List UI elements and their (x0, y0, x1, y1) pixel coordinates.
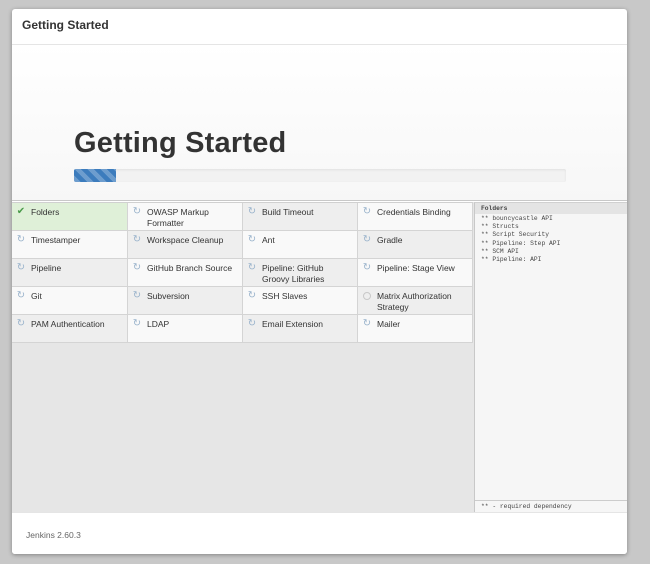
refresh-icon: ↻ (16, 234, 26, 245)
log-line: ** Pipeline: API (481, 256, 542, 264)
plugin-item: ↻ Ant (243, 231, 358, 259)
dialog-title: Getting Started (22, 18, 109, 32)
plugin-label: LDAP (147, 319, 170, 329)
refresh-icon: ↻ (247, 234, 257, 245)
dialog-footer: Jenkins 2.60.3 (12, 512, 627, 554)
plugin-item: ↻ Gradle (358, 231, 473, 259)
plugin-item: ↻ Pipeline (12, 259, 128, 287)
refresh-icon: ↻ (132, 318, 142, 329)
refresh-icon: ↻ (247, 262, 257, 273)
refresh-icon: ↻ (247, 206, 257, 217)
plugin-item: ↻ Pipeline: Stage View (358, 259, 473, 287)
refresh-icon: ↻ (362, 262, 372, 273)
plugin-item: ↻ Subversion (128, 287, 243, 315)
page-title: Getting Started (74, 127, 287, 159)
refresh-icon: ↻ (362, 234, 372, 245)
install-area: ✔ Folders ↻ OWASP Markup Formatter ↻ Build Ti… (12, 202, 627, 512)
plugin-item: Matrix Authorization Strategy (358, 287, 473, 315)
plugin-item: ↻ Timestamper (12, 231, 128, 259)
log-line: ** Pipeline: Step API (481, 239, 561, 247)
log-current-plugin: Folders (475, 203, 627, 214)
plugin-label: Pipeline (31, 263, 62, 273)
hero-banner: Getting Started (12, 45, 627, 201)
log-line: ** Structs (481, 223, 519, 231)
refresh-icon: ↻ (247, 318, 257, 329)
plugin-label: Workspace Cleanup (147, 235, 224, 245)
dialog-header: Getting Started (12, 9, 627, 45)
plugin-item: ↻ Build Timeout (243, 203, 358, 231)
plugin-label: Subversion (147, 291, 190, 301)
log-lines: ** bouncycastle API ** Structs ** Script S… (475, 214, 627, 265)
plugin-label: Pipeline: GitHub Groovy Libraries (262, 263, 325, 284)
plugin-item: ↻ Email Extension (243, 315, 358, 343)
install-log-panel: Folders ** bouncycastle API ** Structs ** … (474, 202, 627, 512)
plugin-item: ↻ SSH Slaves (243, 287, 358, 315)
plugin-item: ↻ LDAP (128, 315, 243, 343)
plugin-item: ↻ Git (12, 287, 128, 315)
setup-wizard-dialog: Getting Started Getting Started ✔ Folders… (12, 9, 627, 554)
plugin-label: Credentials Binding (377, 207, 451, 217)
plugin-label: Gradle (377, 235, 403, 245)
refresh-icon: ↻ (132, 290, 142, 301)
plugin-item: ↻ Credentials Binding (358, 203, 473, 231)
log-line: ** bouncycastle API (481, 215, 553, 222)
refresh-icon: ↻ (247, 290, 257, 301)
plugin-item: ↻ Workspace Cleanup (128, 231, 243, 259)
plugin-item: ↻ GitHub Branch Source (128, 259, 243, 287)
pending-circle-icon (363, 292, 371, 300)
refresh-icon: ↻ (362, 206, 372, 217)
refresh-icon: ↻ (362, 318, 372, 329)
plugin-label: Email Extension (262, 319, 323, 329)
plugin-item: ↻ PAM Authentication (12, 315, 128, 343)
log-line: ** SCM API (481, 247, 519, 255)
plugin-item: ↻ Mailer (358, 315, 473, 343)
plugin-label: Git (31, 291, 42, 301)
plugin-label: SSH Slaves (262, 291, 308, 301)
check-icon: ✔ (16, 206, 26, 217)
plugin-list: ✔ Folders ↻ OWASP Markup Formatter ↻ Build Ti… (12, 202, 473, 343)
plugin-label: OWASP Markup Formatter (147, 207, 209, 228)
plugin-label: Mailer (377, 319, 401, 329)
log-legend: ** - required dependency (475, 500, 627, 512)
refresh-icon: ↻ (16, 318, 26, 329)
plugin-label: Folders (31, 207, 60, 217)
refresh-icon: ↻ (132, 234, 142, 245)
jenkins-version: Jenkins 2.60.3 (26, 530, 81, 540)
plugin-label: Pipeline: Stage View (377, 263, 455, 273)
plugin-label: Build Timeout (262, 207, 314, 217)
log-line: ** Script Security (481, 231, 550, 239)
plugin-label: Matrix Authorization Strategy (377, 291, 452, 312)
refresh-icon: ↻ (132, 206, 142, 217)
plugin-label: PAM Authentication (31, 319, 105, 329)
plugin-item: ↻ Pipeline: GitHub Groovy Libraries (243, 259, 358, 287)
plugin-item: ↻ OWASP Markup Formatter (128, 203, 243, 231)
refresh-icon: ↻ (16, 262, 26, 273)
plugin-label: GitHub Branch Source (147, 263, 233, 273)
plugin-label: Timestamper (31, 235, 81, 245)
plugin-item: ✔ Folders (12, 203, 128, 231)
refresh-icon: ↻ (132, 262, 142, 273)
progress-fill (74, 169, 116, 182)
refresh-icon: ↻ (16, 290, 26, 301)
install-progress-bar (74, 169, 566, 182)
plugin-label: Ant (262, 235, 275, 245)
